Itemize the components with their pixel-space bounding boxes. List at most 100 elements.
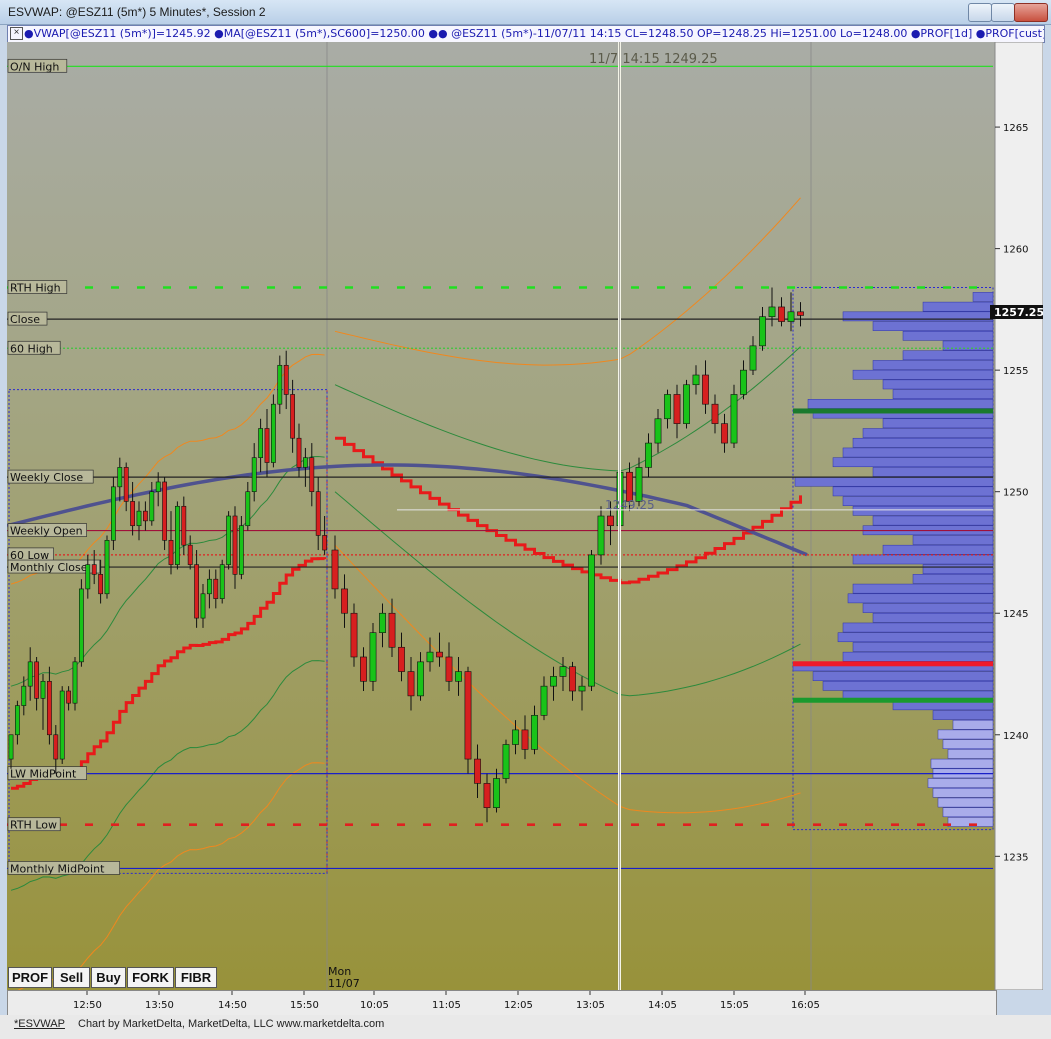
fibr-button[interactable]: FIBR	[175, 967, 217, 988]
profile-bar	[882, 418, 994, 429]
candle-body	[194, 564, 199, 619]
profile-bar	[922, 564, 994, 574]
profile-bar	[882, 544, 994, 555]
profile-bar	[842, 496, 994, 506]
time-tick-label: 14:05	[648, 1000, 677, 1011]
candle-body	[104, 540, 110, 595]
candle-body	[85, 564, 91, 590]
prof-button[interactable]: PROF	[8, 967, 52, 988]
candle-body	[692, 374, 700, 386]
price-tick-label: 1260	[1003, 245, 1028, 256]
candle-body	[787, 311, 795, 322]
chart-tab[interactable]: *ESVWAP	[14, 1018, 65, 1030]
fork-button[interactable]: FORK	[127, 967, 174, 988]
candle-body	[27, 661, 33, 687]
candle-body	[15, 705, 20, 736]
profile-bar	[872, 467, 994, 477]
candle-body	[588, 554, 595, 687]
chart-area[interactable]: O/N High RTH High Close 60 High Weekly Close…	[6, 41, 1044, 993]
time-axis-svg: 12:50 13:50 14:50 15:50 10:05 11:05 12:05 13:05…	[73, 991, 820, 1011]
candle-body	[175, 505, 180, 565]
candle-body	[123, 467, 129, 502]
profile-bar	[847, 593, 994, 604]
candle-body	[711, 403, 719, 424]
candle-body	[207, 578, 212, 595]
candle-body	[232, 515, 238, 575]
price-chart[interactable]: O/N High RTH High Close 60 High Weekly Close…	[6, 41, 1044, 993]
profile-bar	[832, 486, 994, 497]
profile-bar	[922, 301, 994, 312]
profile-bar	[794, 476, 994, 487]
candle-body	[445, 656, 453, 682]
candle-body	[162, 481, 167, 541]
close-icon[interactable]: ×	[10, 27, 23, 40]
level-label: Monthly Close	[10, 561, 88, 574]
plot-background	[7, 42, 995, 990]
candle-body	[34, 661, 39, 699]
profile-bar	[842, 622, 994, 633]
time-tick-label: 14:50	[218, 1000, 247, 1011]
profile-bar	[912, 535, 994, 545]
time-tick-label: 11:05	[432, 1000, 461, 1011]
profile-bar	[837, 632, 994, 643]
candle-body	[550, 676, 557, 687]
level-label: RTH High	[10, 282, 61, 295]
candle-body	[730, 394, 738, 444]
candle-body	[464, 671, 472, 760]
last-price-label: 1257.25	[994, 306, 1043, 319]
candle-body	[302, 457, 308, 468]
price-tick-label: 1240	[1003, 731, 1028, 742]
candle-body	[277, 364, 283, 405]
candle-body	[350, 612, 358, 658]
candle-body	[226, 515, 231, 565]
profile-bar	[842, 447, 994, 458]
candle-body	[721, 423, 728, 444]
candle-body	[40, 680, 46, 699]
candle-body	[578, 685, 586, 692]
close-window-button[interactable]	[1014, 3, 1048, 22]
candle-body	[290, 394, 295, 439]
minimize-button[interactable]	[968, 3, 992, 22]
profile-bar	[832, 457, 994, 468]
footer-bar: *ESVWAP Chart by MarketDelta, MarketDelt…	[0, 1015, 1051, 1039]
price-tick-label: 1235	[1003, 852, 1028, 863]
candle-body	[200, 593, 206, 619]
candle-body	[251, 457, 257, 492]
level-label: LW MidPoint	[10, 768, 77, 781]
candle-body	[512, 729, 519, 745]
candle-body	[136, 510, 142, 527]
candle-body	[8, 734, 14, 760]
time-tick-label: 12:50	[73, 1000, 102, 1011]
candle-body	[341, 588, 348, 614]
candle-body	[239, 525, 244, 575]
candle-body	[149, 491, 155, 522]
buy-button[interactable]: Buy	[91, 967, 126, 988]
profile-bar	[942, 739, 994, 750]
profile-bar	[862, 603, 994, 613]
maximize-button[interactable]	[991, 3, 1015, 22]
crosshair-readout: 11/7 14:15 1249.25	[589, 52, 718, 67]
profile-bar	[852, 506, 994, 516]
candle-body	[654, 418, 662, 444]
candle-body	[296, 437, 302, 468]
candle-body	[540, 685, 548, 716]
candle-body	[702, 374, 709, 405]
candle-body	[309, 457, 315, 492]
candle-body	[270, 403, 276, 463]
candle-body	[79, 588, 84, 663]
window-titlebar: ESVWAP: @ESZ11 (5m*) 5 Minutes*, Session…	[0, 0, 1051, 25]
profile-bar	[927, 778, 994, 788]
profile-bar	[872, 612, 994, 623]
candle-body	[521, 729, 529, 750]
candle-body	[474, 758, 481, 784]
chart-credit: Chart by MarketDelta, MarketDelta, LLC w…	[78, 1018, 385, 1030]
candle-body	[778, 306, 785, 322]
candle-body	[645, 442, 652, 468]
crosshair-price-label: 1249.25	[605, 498, 655, 512]
sell-button[interactable]: Sell	[53, 967, 90, 988]
profile-bar	[852, 437, 994, 448]
profile-bar	[812, 671, 994, 681]
candle-body	[493, 778, 500, 808]
candle-body	[98, 574, 103, 595]
candle-body	[768, 306, 776, 317]
